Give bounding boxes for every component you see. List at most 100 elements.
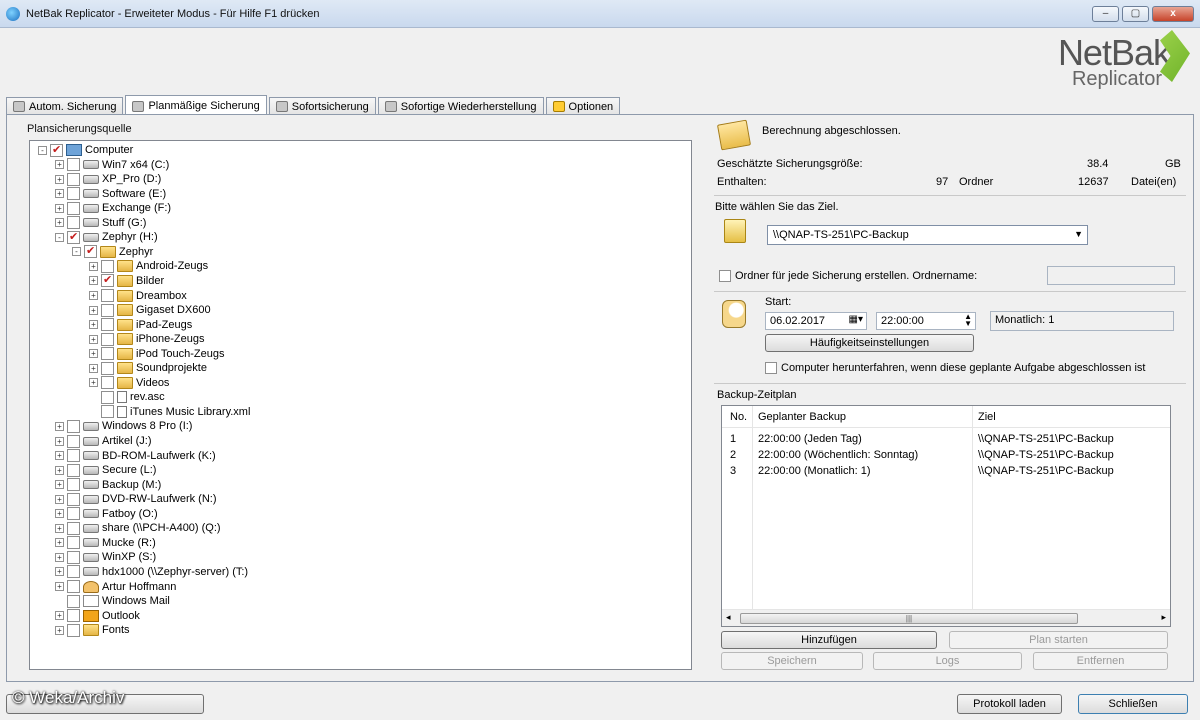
schedule-table[interactable]: No. Geplanter Backup Ziel 1 22:00:00 (Je…: [721, 405, 1171, 627]
tree-item-checkbox[interactable]: [67, 492, 80, 506]
collapse-icon[interactable]: -: [55, 232, 64, 242]
tree-item[interactable]: + BD-ROM-Laufwerk (K:): [55, 449, 216, 463]
tree-item[interactable]: + Mucke (R:): [55, 536, 156, 550]
table-row-plan[interactable]: 22:00:00 (Wöchentlich: Sonntag): [758, 449, 918, 461]
tree-item[interactable]: + share (\\PCH-A400) (Q:): [55, 521, 221, 535]
tree-item-checkbox[interactable]: [67, 594, 80, 608]
tree-item-checkbox[interactable]: [67, 580, 80, 593]
column-no[interactable]: No.: [730, 411, 747, 423]
tree-item[interactable]: + Videos: [89, 376, 169, 390]
tree-item-checkbox[interactable]: [50, 143, 63, 157]
expand-icon[interactable]: +: [89, 378, 98, 388]
calendar-dropdown-icon[interactable]: ▦▾: [849, 314, 863, 325]
tree-item[interactable]: + Artikel (J:): [55, 434, 152, 448]
tree-item-checkbox[interactable]: [101, 289, 114, 302]
expand-icon[interactable]: +: [89, 349, 98, 359]
expand-icon[interactable]: +: [89, 363, 98, 373]
expand-icon[interactable]: +: [89, 276, 98, 286]
tree-item[interactable]: Windows Mail: [55, 594, 170, 608]
load-log-button[interactable]: Protokoll laden: [957, 694, 1062, 714]
column-target[interactable]: Ziel: [978, 411, 996, 423]
maximize-button[interactable]: ▢: [1122, 6, 1149, 22]
tab-instant-restore[interactable]: Sofortige Wiederherstellung: [377, 97, 544, 115]
tree-item[interactable]: + Secure (L:): [55, 463, 156, 477]
add-button[interactable]: Hinzufügen: [721, 631, 937, 649]
tree-item-checkbox[interactable]: [101, 318, 114, 332]
time-spinner-icon[interactable]: ▲ ▼: [964, 313, 972, 328]
tree-item-checkbox[interactable]: [101, 347, 114, 361]
logs-button[interactable]: Logs: [873, 652, 1022, 670]
collapse-icon[interactable]: -: [72, 247, 81, 257]
tree-item[interactable]: + iPhone-Zeugs: [89, 332, 205, 346]
tree-item-checkbox[interactable]: [67, 521, 80, 535]
tree-item[interactable]: + iPad-Zeugs: [89, 318, 192, 332]
close-window-button[interactable]: x: [1152, 6, 1194, 22]
tree-item-checkbox[interactable]: [67, 419, 80, 433]
tree-item-checkbox[interactable]: [67, 216, 80, 230]
tree-item-checkbox[interactable]: [84, 244, 97, 259]
tree-item[interactable]: + Fonts: [55, 623, 130, 637]
horizontal-scrollbar[interactable]: ◂ ||| ▸: [722, 609, 1170, 626]
table-row-target[interactable]: \\QNAP-TS-251\PC-Backup: [978, 433, 1114, 445]
table-row-target[interactable]: \\QNAP-TS-251\PC-Backup: [978, 449, 1114, 461]
tree-item-checkbox[interactable]: [67, 478, 80, 492]
scroll-thumb[interactable]: |||: [740, 613, 1078, 624]
tree-item[interactable]: + Exchange (F:): [55, 201, 171, 215]
shutdown-checkbox[interactable]: [765, 362, 777, 374]
column-scheduled-backup[interactable]: Geplanter Backup: [758, 411, 846, 423]
expand-icon[interactable]: +: [55, 552, 64, 562]
tree-item[interactable]: - Zephyr (H:): [55, 230, 158, 244]
folder-name-input[interactable]: [1047, 266, 1175, 285]
tree-item-checkbox[interactable]: [67, 609, 80, 623]
expand-icon[interactable]: +: [55, 451, 64, 461]
tree-item[interactable]: rev.asc: [89, 390, 165, 404]
tree-item-checkbox[interactable]: [101, 361, 114, 375]
expand-icon[interactable]: +: [55, 218, 64, 228]
start-plan-button[interactable]: Plan starten: [949, 631, 1168, 649]
expand-icon[interactable]: +: [55, 494, 64, 504]
tree-item[interactable]: + Artur Hoffmann: [55, 580, 176, 594]
table-row-no[interactable]: 2: [730, 449, 736, 461]
tree-item[interactable]: + WinXP (S:): [55, 550, 156, 564]
tree-item[interactable]: iTunes Music Library.xml: [89, 405, 250, 419]
table-row-target[interactable]: \\QNAP-TS-251\PC-Backup: [978, 465, 1114, 477]
tree-item[interactable]: + hdx1000 (\\Zephyr-server) (T:): [55, 565, 248, 579]
tree-item[interactable]: - Computer: [38, 143, 133, 157]
tree-item-checkbox[interactable]: [101, 273, 114, 288]
tree-item[interactable]: + Software (E:): [55, 187, 166, 201]
expand-icon[interactable]: +: [55, 611, 64, 621]
expand-icon[interactable]: +: [55, 189, 64, 199]
expand-icon[interactable]: +: [55, 509, 64, 519]
expand-icon[interactable]: +: [89, 334, 98, 344]
table-row-no[interactable]: 1: [730, 433, 736, 445]
tree-item-checkbox[interactable]: [67, 565, 80, 579]
tree-item[interactable]: + DVD-RW-Laufwerk (N:): [55, 492, 217, 506]
expand-icon[interactable]: +: [55, 174, 64, 184]
tree-item-checkbox[interactable]: [67, 158, 80, 172]
expand-icon[interactable]: +: [89, 291, 98, 300]
tree-item[interactable]: + Gigaset DX600: [89, 303, 211, 317]
tree-item-checkbox[interactable]: [67, 550, 80, 564]
scroll-left-icon[interactable]: ◂: [726, 612, 731, 623]
expand-icon[interactable]: +: [55, 203, 64, 213]
remove-button[interactable]: Entfernen: [1033, 652, 1168, 670]
create-folder-checkbox[interactable]: [719, 270, 731, 282]
tree-item-checkbox[interactable]: [67, 201, 80, 215]
tree-item[interactable]: + Fatboy (O:): [55, 507, 158, 521]
tree-item-checkbox[interactable]: [101, 259, 114, 273]
tree-item-checkbox[interactable]: [101, 390, 114, 404]
tree-item[interactable]: + Android-Zeugs: [89, 259, 208, 273]
tree-item[interactable]: + Bilder: [89, 273, 164, 288]
table-row-plan[interactable]: 22:00:00 (Jeden Tag): [758, 433, 862, 445]
expand-icon[interactable]: +: [55, 523, 64, 533]
expand-icon[interactable]: +: [55, 421, 64, 431]
expand-icon[interactable]: +: [55, 160, 64, 170]
tab-instant-backup[interactable]: Sofortsicherung: [268, 97, 376, 115]
tree-item[interactable]: - Zephyr: [72, 244, 153, 259]
expand-icon[interactable]: +: [89, 261, 98, 271]
tab-auto-backup[interactable]: Autom. Sicherung: [6, 97, 124, 115]
expand-icon[interactable]: +: [55, 465, 64, 475]
tab-scheduled-backup[interactable]: Planmäßige Sicherung: [125, 95, 267, 116]
frequency-settings-button[interactable]: Häufigkeitseinstellungen: [765, 334, 974, 352]
tree-item[interactable]: + Backup (M:): [55, 478, 161, 492]
